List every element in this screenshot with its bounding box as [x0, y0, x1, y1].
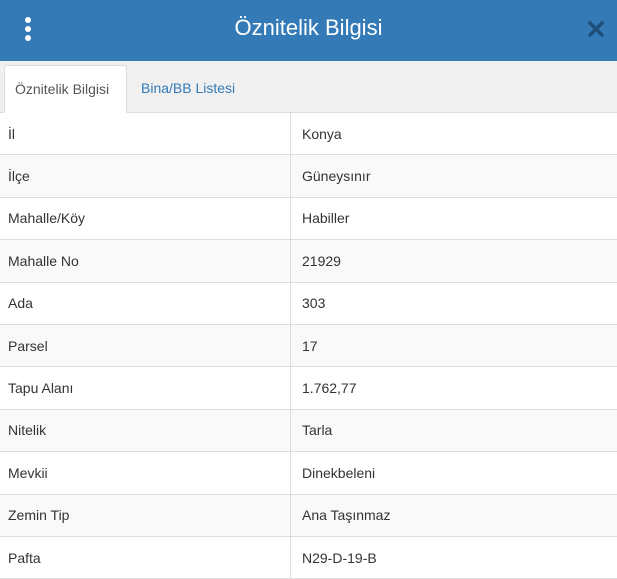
attribute-value: 303 [302, 295, 326, 312]
attribute-key: Mahalle/Köy [0, 197, 291, 240]
close-icon[interactable] [585, 16, 607, 42]
table-row: Ada 303 [0, 282, 617, 325]
attribute-key: Tapu Alanı [0, 367, 291, 409]
table-row: Mahalle No 21929 [0, 240, 617, 283]
attribute-value: Habiller [302, 210, 350, 227]
attribute-value: 21929 [302, 252, 341, 269]
table-row: Zemin Tip Ana Taşınmaz [0, 494, 617, 537]
attribute-value: Tarla [302, 422, 333, 439]
table-row: İlçe Güneysınır [0, 155, 617, 198]
attribute-key: Parsel [0, 324, 291, 367]
dialog-title: Öznitelik Bilgisi [234, 15, 383, 40]
table-row: Mahalle/Köy Habiller [0, 197, 617, 241]
table-row: Tapu Alanı 1.762,77 [0, 367, 617, 410]
table-row: Mevkii Dinekbeleni [0, 452, 617, 495]
attribute-value: Ana Taşınmaz [302, 507, 391, 524]
attribute-value: 1.762,77 [302, 380, 357, 397]
attribute-value: N29-D-19-B [302, 549, 377, 566]
table-row: İl Konya [0, 113, 617, 156]
table-row: Parsel 17 [0, 324, 617, 368]
attribute-key: İlçe [0, 155, 291, 197]
attribute-key: Mevkii [0, 452, 291, 494]
tab-bar: Öznitelik Bilgisi Bina/BB Listesi [0, 61, 617, 113]
attribute-key: Mahalle No [0, 240, 291, 282]
tab-building-list[interactable]: Bina/BB Listesi [131, 65, 245, 113]
attribute-value: Dinekbeleni [302, 464, 376, 481]
attribute-key: Nitelik [0, 409, 291, 452]
attribute-table: İl Konya İlçe Güneysınır Mahalle/Köy Hab… [0, 113, 617, 579]
tab-attribute-info[interactable]: Öznitelik Bilgisi [4, 65, 127, 113]
attribute-value: Güneysınır [302, 168, 371, 185]
attribute-key: İl [0, 113, 291, 155]
attribute-value: Konya [302, 125, 342, 142]
attribute-key: Pafta [0, 536, 291, 579]
dialog-header: Öznitelik Bilgisi [0, 0, 617, 61]
table-row: Pafta N29-D-19-B [0, 536, 617, 579]
table-row: Nitelik Tarla [0, 409, 617, 453]
attribute-value: 17 [302, 337, 318, 354]
attribute-key: Zemin Tip [0, 494, 291, 536]
attribute-key: Ada [0, 282, 291, 324]
